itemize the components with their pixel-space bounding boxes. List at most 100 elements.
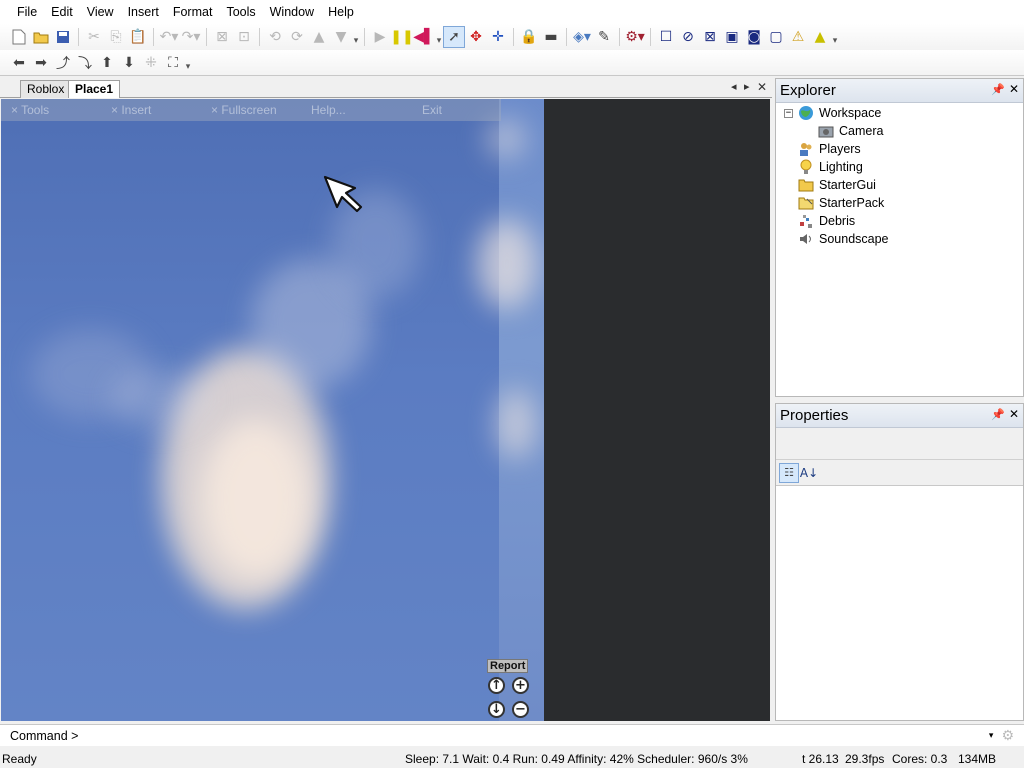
toolbar-separator xyxy=(78,28,79,46)
overlay-tools[interactable]: × Tools xyxy=(11,103,49,117)
tree-item-starterpack[interactable]: StarterPack xyxy=(798,194,884,212)
menu-tools[interactable]: Tools xyxy=(219,0,262,24)
pause-icon[interactable]: ❚❚ xyxy=(390,26,413,48)
open-icon[interactable] xyxy=(30,26,52,48)
tree-item-workspace[interactable]: Workspace xyxy=(798,104,881,122)
curve-up-icon[interactable]: ⤴ xyxy=(52,52,74,74)
lightbulb-icon xyxy=(798,159,814,175)
categorized-icon[interactable]: ☷ xyxy=(779,462,799,483)
camera-zoom-in-button[interactable]: + xyxy=(512,677,529,694)
resize-icon[interactable]: ✛ xyxy=(487,26,509,48)
surface-weld-icon[interactable]: ⊠ xyxy=(699,26,721,48)
curve-down-icon[interactable]: ⤵ xyxy=(74,52,96,74)
anchor-icon[interactable]: ▬ xyxy=(540,26,562,48)
surface-hinge-icon[interactable]: ⚠ xyxy=(787,26,809,48)
undo-icon[interactable]: ↶▾ xyxy=(158,26,180,48)
camera-tilt-up-button[interactable]: ↑ xyxy=(488,677,505,694)
surface-motor-icon[interactable]: ▲ xyxy=(809,26,831,48)
up-arrow-icon[interactable]: ⬆ xyxy=(96,52,118,74)
pin-icon[interactable]: 📌 xyxy=(991,83,1005,96)
toolbar-overflow-icon[interactable]: ▾ xyxy=(435,28,443,46)
menu-insert[interactable]: Insert xyxy=(121,0,166,24)
overlay-fullscreen[interactable]: × Fullscreen xyxy=(211,103,277,117)
close-icon[interactable]: ✕ xyxy=(1009,82,1019,96)
close-tab-icon[interactable]: ✕ xyxy=(757,80,767,94)
camera-zoom-out-button[interactable]: − xyxy=(512,701,529,718)
rotate-left-icon[interactable]: ⟲ xyxy=(264,26,286,48)
tree-item-lighting[interactable]: Lighting xyxy=(798,158,863,176)
menu-window[interactable]: Window xyxy=(263,0,321,24)
camera-tilt-down-button[interactable]: ↓ xyxy=(488,701,505,718)
overlay-help[interactable]: Help... xyxy=(311,103,346,117)
command-dropdown-icon[interactable]: ▾ xyxy=(989,730,994,741)
properties-title-text: Properties xyxy=(780,407,849,424)
command-input[interactable] xyxy=(84,726,989,745)
command-run-icon[interactable]: ⚙ xyxy=(1001,728,1014,744)
toolbar-separator xyxy=(619,28,620,46)
menu-format[interactable]: Format xyxy=(166,0,220,24)
lock-icon[interactable]: 🔒 xyxy=(518,26,540,48)
left-arrow-icon[interactable]: ⬅ xyxy=(8,52,30,74)
game-overlay-menu: × Tools × Insert × Fullscreen Help... Ex… xyxy=(1,99,501,121)
group-icon[interactable]: ⊠ xyxy=(211,26,233,48)
toolbar-overflow-icon[interactable]: ▾ xyxy=(352,28,360,46)
right-arrow-icon[interactable]: ➡ xyxy=(30,52,52,74)
surface-inlet-icon[interactable]: ◙ xyxy=(743,26,765,48)
menu-edit[interactable]: Edit xyxy=(44,0,80,24)
document-tabs: Roblox Place1 ◂ ▸ ✕ xyxy=(0,78,772,98)
tree-item-debris[interactable]: Debris xyxy=(798,212,855,230)
axis-icon[interactable]: ⚙▾ xyxy=(624,26,646,48)
rotate-right-icon[interactable]: ⟳ xyxy=(286,26,308,48)
camera-icon xyxy=(818,123,834,139)
overlay-insert[interactable]: × Insert xyxy=(111,103,151,117)
collapse-icon[interactable]: − xyxy=(784,109,793,118)
toolbar-separator xyxy=(513,28,514,46)
properties-toolbar: ☷ A↓ xyxy=(776,460,1023,486)
cut-icon[interactable]: ✂ xyxy=(83,26,105,48)
down-arrow-icon[interactable]: ⬇ xyxy=(118,52,140,74)
save-icon[interactable] xyxy=(52,26,74,48)
down-icon[interactable]: ▼ xyxy=(330,26,352,48)
dropper-icon[interactable]: ✎ xyxy=(593,26,615,48)
tree-item-camera[interactable]: Camera xyxy=(818,122,883,140)
sort-alphabetical-icon[interactable]: A↓ xyxy=(799,463,819,483)
toolbar-overflow-icon[interactable]: ▾ xyxy=(184,54,192,72)
tab-roblox[interactable]: Roblox xyxy=(20,80,72,98)
sky-view xyxy=(1,99,544,721)
close-icon[interactable]: ✕ xyxy=(1009,407,1019,421)
game-viewport[interactable]: × Tools × Insert × Fullscreen Help... Ex… xyxy=(1,99,770,721)
paint-icon[interactable]: ◈▾ xyxy=(571,26,593,48)
tree-item-startergui[interactable]: StarterGui xyxy=(798,176,876,194)
surface-smooth-icon[interactable]: ☐ xyxy=(655,26,677,48)
tab-scroll-left-icon[interactable]: ◂ xyxy=(731,80,737,93)
fit-icon[interactable]: ⁜ xyxy=(140,52,162,74)
reset-icon[interactable]: ◀▌ xyxy=(413,26,435,48)
properties-panel: Properties 📌 ✕ ☷ A↓ xyxy=(775,403,1024,721)
toolbar-overflow-icon[interactable]: ▾ xyxy=(831,28,839,46)
tree-item-players[interactable]: Players xyxy=(798,140,861,158)
select-icon[interactable]: ➚ xyxy=(443,26,465,48)
fullscreen-icon[interactable]: ⛶ xyxy=(162,52,184,74)
overlay-exit[interactable]: Exit xyxy=(422,103,442,117)
surface-universal-icon[interactable]: ▢ xyxy=(765,26,787,48)
copy-icon[interactable]: ⎘ xyxy=(105,26,127,48)
menu-help[interactable]: Help xyxy=(321,0,361,24)
menu-view[interactable]: View xyxy=(80,0,121,24)
redo-icon[interactable]: ↷▾ xyxy=(180,26,202,48)
tab-scroll-right-icon[interactable]: ▸ xyxy=(744,80,750,93)
pin-icon[interactable]: 📌 xyxy=(991,408,1005,421)
menu-file[interactable]: File xyxy=(10,0,44,24)
up-icon[interactable]: ▲ xyxy=(308,26,330,48)
play-icon[interactable]: ▶ xyxy=(369,26,391,48)
workspace-icon xyxy=(798,105,814,121)
tab-place1[interactable]: Place1 xyxy=(68,80,121,98)
new-icon[interactable] xyxy=(8,26,30,48)
camera-toolbar: ⬅ ➡ ⤴ ⤵ ⬆ ⬇ ⁜ ⛶ ▾ xyxy=(0,50,1024,76)
move-icon[interactable]: ✥ xyxy=(465,26,487,48)
report-button[interactable]: Report xyxy=(487,659,529,673)
surface-studs-icon[interactable]: ▣ xyxy=(721,26,743,48)
paste-icon[interactable]: 📋 xyxy=(127,26,149,48)
surface-glue-icon[interactable]: ⊘ xyxy=(677,26,699,48)
tree-item-soundscape[interactable]: Soundscape xyxy=(798,230,889,248)
ungroup-icon[interactable]: ⊡ xyxy=(233,26,255,48)
